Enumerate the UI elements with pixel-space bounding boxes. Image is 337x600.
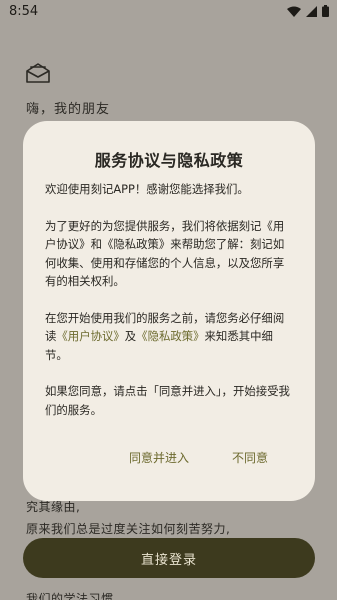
privacy-policy-link[interactable]: 《隐私政策》 bbox=[136, 329, 204, 343]
dialog-intro-text: 为了更好的为您提供服务，我们将依据刻记《用户协议》和《隐私政策》来帮助您了解：刻… bbox=[45, 218, 285, 289]
direct-login-button[interactable]: 直接登录 bbox=[23, 538, 315, 578]
privacy-dialog: 服务协议与隐私政策 欢迎使用刻记APP！感谢您能选择我们。 为了更好的为您提供服… bbox=[23, 121, 315, 501]
mail-icon bbox=[26, 63, 50, 83]
dialog-actions: 同意并进入 不同意 bbox=[23, 449, 315, 469]
dialog-body: 欢迎使用刻记APP！感谢您能选择我们。 为了更好的为您提供服务，我们将依据刻记《… bbox=[45, 180, 295, 437]
agree-button[interactable]: 同意并进入 bbox=[129, 449, 189, 466]
dialog-read-notice: 在您开始使用我们的服务之前，请您务必仔细阅读《用户协议》及《隐私政策》来知悉其中… bbox=[45, 309, 295, 365]
greeting-text: 嗨，我的朋友 bbox=[26, 102, 111, 117]
notice-and: 及 bbox=[124, 329, 137, 343]
wifi-icon bbox=[287, 6, 301, 17]
battery-icon bbox=[322, 5, 329, 17]
status-time: 8:54 bbox=[9, 4, 39, 19]
background-text-line: 我们的学法习惯 bbox=[26, 592, 114, 600]
signal-icon bbox=[306, 5, 317, 17]
disagree-button[interactable]: 不同意 bbox=[232, 449, 268, 466]
status-bar: 8:54 bbox=[0, 0, 337, 24]
dialog-title: 服务协议与隐私政策 bbox=[94, 151, 244, 170]
user-agreement-link[interactable]: 《用户协议》 bbox=[56, 329, 124, 343]
dialog-welcome-text: 欢迎使用刻记APP！感谢您能选择我们。 bbox=[45, 182, 249, 196]
dialog-consent-text: 如果您同意，请点击「同意并进入」，开始接受我们的服务。 bbox=[45, 384, 290, 417]
background-text-line: 原来我们总是过度关注如何刻苦努力, bbox=[26, 522, 231, 536]
status-icons bbox=[287, 5, 329, 17]
